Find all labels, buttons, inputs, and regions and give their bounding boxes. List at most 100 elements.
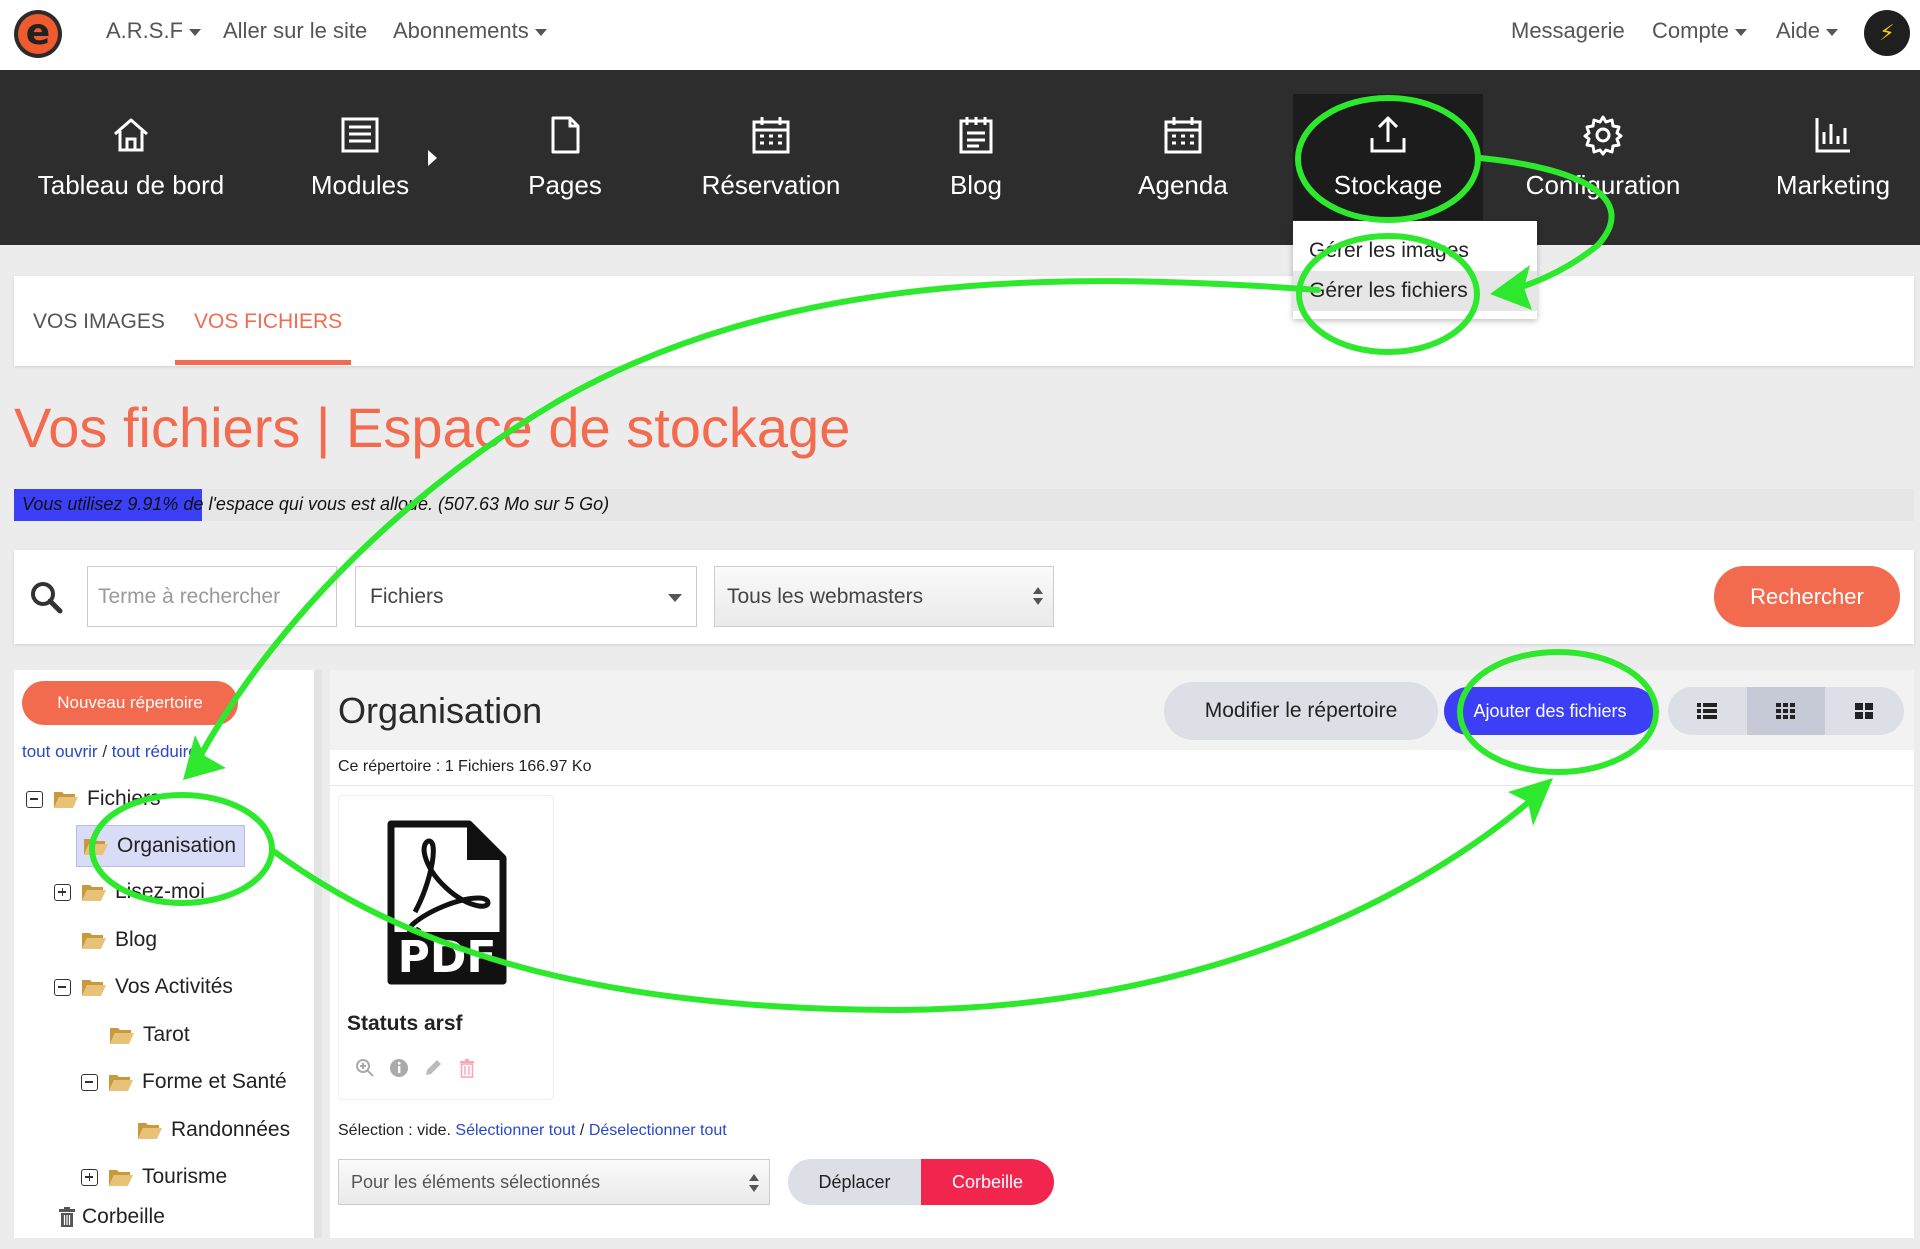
app-logo[interactable]: e	[14, 10, 62, 58]
nav-agenda-label: Agenda	[1138, 170, 1228, 200]
chevron-right-icon	[428, 150, 437, 166]
webmaster-select[interactable]: Tous les webmasters	[714, 566, 1054, 627]
folder-title: Organisation	[338, 690, 543, 731]
deselect-all-link[interactable]: Déselectionner tout	[589, 1122, 727, 1139]
info-icon[interactable]	[389, 1058, 409, 1078]
pencil-icon[interactable]	[423, 1058, 443, 1078]
new-folder-button[interactable]: Nouveau répertoire	[22, 681, 238, 725]
dropdown-manage-files[interactable]: Gérer les fichiers	[1293, 271, 1537, 311]
expand-icon[interactable]	[81, 1168, 98, 1186]
tree-item-hikes[interactable]: Randonnées	[137, 1110, 290, 1150]
collapse-icon[interactable]	[81, 1073, 98, 1091]
lightning-icon[interactable]: ⚡	[1864, 10, 1910, 56]
nav-dashboard-label: Tableau de bord	[37, 170, 225, 200]
dropdown-divider	[1293, 221, 1537, 231]
active-tab-indicator	[175, 360, 351, 365]
nav-storage[interactable]: Stockage	[1293, 94, 1483, 220]
nav-booking[interactable]: Réservation	[690, 70, 852, 245]
chevron-down-icon	[1826, 28, 1839, 36]
file-type-select[interactable]: Fichiers	[355, 566, 697, 627]
selection-separator: /	[575, 1122, 589, 1139]
site-menu-label: A.R.S.F	[106, 18, 184, 43]
notepad-icon	[959, 117, 993, 154]
nav-modules-label: Modules	[310, 170, 410, 200]
tree-item-root[interactable]: Fichiers	[26, 779, 161, 819]
trash-button[interactable]: Corbeille	[921, 1159, 1054, 1205]
search-input[interactable]	[87, 566, 337, 627]
storage-usage-text: Vous utilisez 9.91% de l'espace qui vous…	[22, 494, 610, 514]
dropdown-manage-images[interactable]: Gérer les images	[1293, 231, 1537, 271]
collapse-icon[interactable]	[54, 978, 71, 996]
folder-icon	[138, 1123, 162, 1139]
home-icon	[114, 118, 148, 152]
nav-configuration[interactable]: Configuration	[1518, 70, 1688, 245]
tree-item-label: Vos Activités	[115, 975, 233, 998]
pdf-label: PDF	[398, 932, 497, 983]
tree-item-label: Forme et Santé	[142, 1070, 287, 1093]
collapse-icon[interactable]	[26, 790, 43, 808]
move-button[interactable]: Déplacer	[788, 1159, 921, 1205]
select-arrows-icon	[1033, 587, 1043, 607]
expand-icon[interactable]	[54, 883, 71, 901]
nav-blog[interactable]: Blog	[915, 70, 1037, 245]
tree-links-separator: /	[97, 742, 112, 761]
file-type-value: Fichiers	[370, 585, 444, 608]
logo-letter: e	[18, 14, 58, 54]
collapse-all-link[interactable]: tout réduire	[112, 742, 198, 761]
nav-configuration-label: Configuration	[1525, 170, 1681, 200]
modules-icon	[341, 117, 379, 153]
folder-info: Ce répertoire : 1 Fichiers 166.97 Ko	[338, 758, 592, 775]
tree-item-tourism[interactable]: Tourisme	[81, 1157, 227, 1197]
main-nav: Tableau de bord Modules Pages Réservatio…	[0, 70, 1920, 245]
delete-icon[interactable]	[457, 1058, 477, 1078]
search-bar: Fichiers Tous les webmasters Rechercher	[14, 550, 1914, 644]
nav-blog-label: Blog	[949, 170, 1003, 200]
select-arrows-icon	[749, 1174, 759, 1194]
nav-dashboard[interactable]: Tableau de bord	[20, 70, 242, 245]
select-all-link[interactable]: Sélectionner tout	[455, 1122, 575, 1139]
help-menu[interactable]: Aide	[1776, 18, 1839, 44]
nav-pages[interactable]: Pages	[500, 70, 630, 245]
folder-tree-panel: Nouveau répertoire tout ouvrir / tout ré…	[14, 670, 322, 1238]
tree-item-label: Lisez-moi	[115, 880, 205, 903]
grid-view-button[interactable]	[1746, 687, 1826, 735]
folder-content-panel: Organisation Modifier le répertoire Ajou…	[330, 670, 1914, 1238]
messages-label: Messagerie	[1511, 18, 1625, 43]
tree-item-blog[interactable]: Blog	[81, 920, 157, 960]
help-label: Aide	[1776, 18, 1821, 43]
tree-item-trash[interactable]: Corbeille	[58, 1197, 165, 1237]
grid-large-icon	[1855, 703, 1874, 719]
tab-files[interactable]: VOS FICHIERS	[194, 276, 342, 366]
chevron-down-icon	[189, 28, 202, 36]
chevron-down-icon	[668, 594, 682, 602]
subscriptions-menu[interactable]: Abonnements	[393, 18, 547, 44]
top-bar: e A.R.S.F Aller sur le site Abonnements …	[0, 0, 1920, 70]
tab-images[interactable]: VOS IMAGES	[33, 276, 165, 366]
account-menu[interactable]: Compte	[1652, 18, 1748, 44]
list-icon	[1697, 703, 1718, 719]
nav-marketing[interactable]: Marketing	[1752, 70, 1914, 245]
tree-item-label: Tourisme	[142, 1165, 228, 1188]
gear-icon	[1583, 115, 1623, 156]
visit-site-link[interactable]: Aller sur le site	[223, 18, 367, 44]
folder-header: Organisation Modifier le répertoire Ajou…	[330, 670, 1914, 750]
tree-item-health[interactable]: Forme et Santé	[81, 1062, 287, 1102]
nav-modules[interactable]: Modules	[290, 70, 430, 245]
nav-agenda[interactable]: Agenda	[1118, 70, 1248, 245]
large-grid-view-button[interactable]	[1825, 687, 1904, 735]
open-all-link[interactable]: tout ouvrir	[22, 742, 98, 761]
search-button[interactable]: Rechercher	[1714, 566, 1900, 627]
tree-item-lisez-moi[interactable]: Lisez-moi	[54, 872, 205, 912]
messages-link[interactable]: Messagerie	[1511, 18, 1625, 44]
site-menu[interactable]: A.R.S.F	[106, 18, 202, 44]
list-view-button[interactable]	[1668, 687, 1747, 735]
subscriptions-label: Abonnements	[393, 18, 529, 43]
tree-item-activities[interactable]: Vos Activités	[54, 967, 233, 1007]
zoom-in-icon[interactable]	[355, 1058, 375, 1078]
tree-item-tarot[interactable]: Tarot	[109, 1015, 190, 1055]
bulk-action-select[interactable]: Pour les éléments sélectionnés	[338, 1159, 770, 1205]
file-card[interactable]: PDF Statuts arsf	[338, 795, 554, 1100]
edit-folder-button[interactable]: Modifier le répertoire	[1164, 682, 1438, 740]
add-files-button[interactable]: Ajouter des fichiers	[1444, 687, 1656, 735]
tree-item-organisation[interactable]: Organisation	[76, 825, 246, 867]
